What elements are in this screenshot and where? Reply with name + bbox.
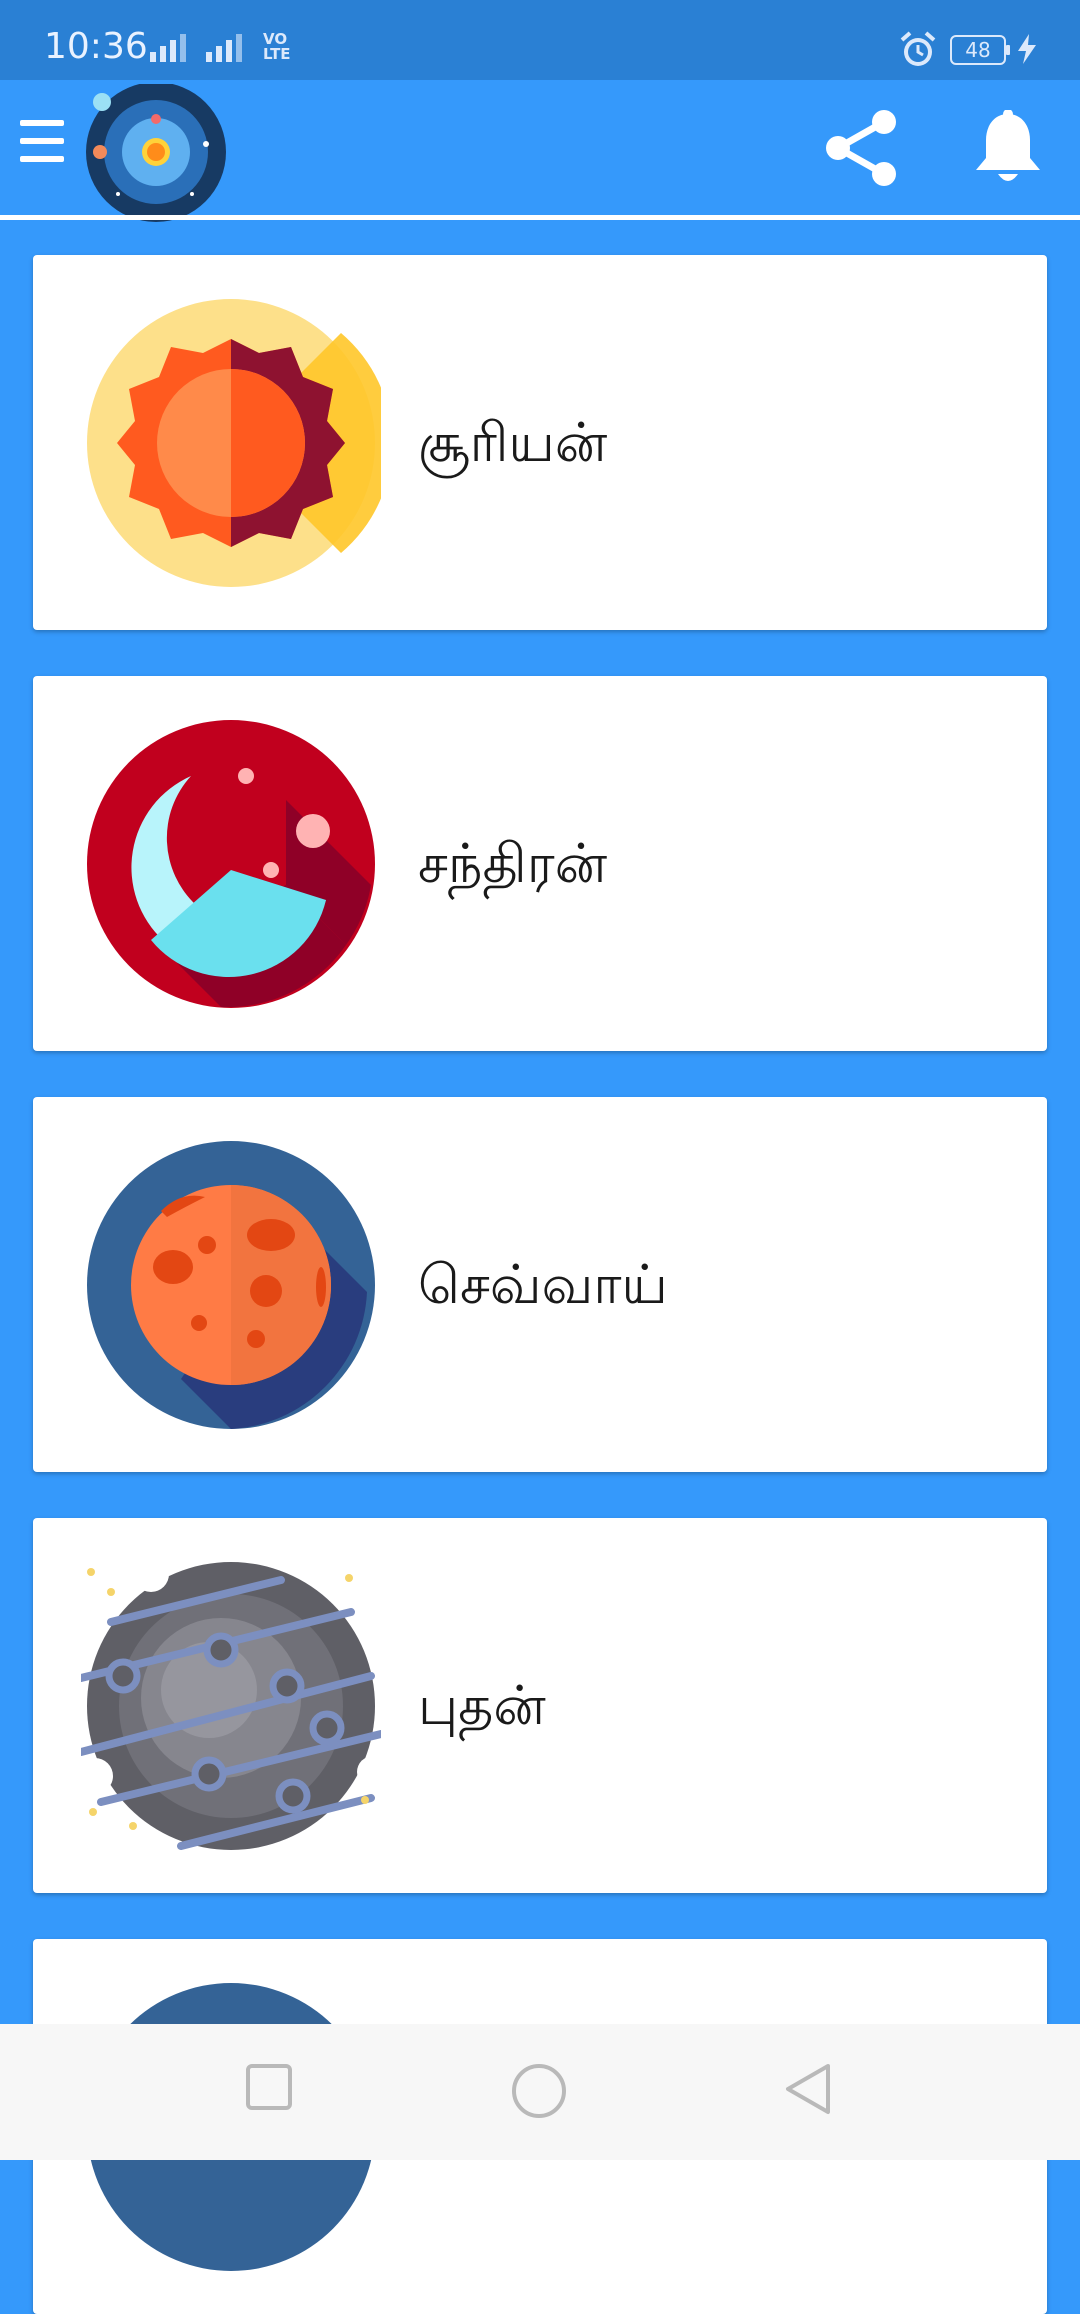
planet-name: செவ்வாய் bbox=[418, 1253, 668, 1316]
planet-card-moon[interactable]: சந்திரன் bbox=[33, 676, 1047, 1051]
solar-system-logo bbox=[86, 84, 226, 222]
alarm-icon bbox=[900, 31, 936, 66]
moon-icon bbox=[87, 720, 375, 1008]
status-bar: 10:36 VO LTE 48 bbox=[0, 0, 1080, 80]
planet-name: சந்திரன் bbox=[418, 832, 608, 895]
volte-label: VO LTE bbox=[263, 30, 291, 63]
battery-indicator: 48 bbox=[950, 35, 1010, 65]
hamburger-menu-icon[interactable] bbox=[20, 120, 64, 174]
planet-name: புதன் bbox=[418, 1674, 546, 1737]
planet-card-mercury[interactable]: புதன் bbox=[33, 1518, 1047, 1893]
planet-name: சூரியன் bbox=[418, 411, 608, 474]
system-navigation-bar bbox=[0, 2024, 1080, 2160]
stars-decoration bbox=[87, 1568, 369, 1830]
charging-bolt-icon bbox=[1018, 34, 1036, 64]
planet-card-sun[interactable]: சூரியன் bbox=[33, 255, 1047, 630]
app-bar bbox=[0, 80, 1080, 222]
signal-strength-icon bbox=[150, 34, 242, 62]
mars-icon bbox=[87, 1141, 375, 1429]
share-icon[interactable] bbox=[824, 108, 900, 188]
bell-icon[interactable] bbox=[972, 110, 1044, 188]
planet-card-mars[interactable]: செவ்வாய் bbox=[33, 1097, 1047, 1472]
sun-icon bbox=[87, 299, 381, 587]
square-recents-icon[interactable] bbox=[244, 2062, 294, 2112]
app-bar-divider bbox=[0, 215, 1080, 220]
status-time: 10:36 bbox=[44, 26, 148, 67]
circle-home-icon[interactable] bbox=[510, 2062, 568, 2120]
triangle-back-icon[interactable] bbox=[782, 2062, 834, 2116]
